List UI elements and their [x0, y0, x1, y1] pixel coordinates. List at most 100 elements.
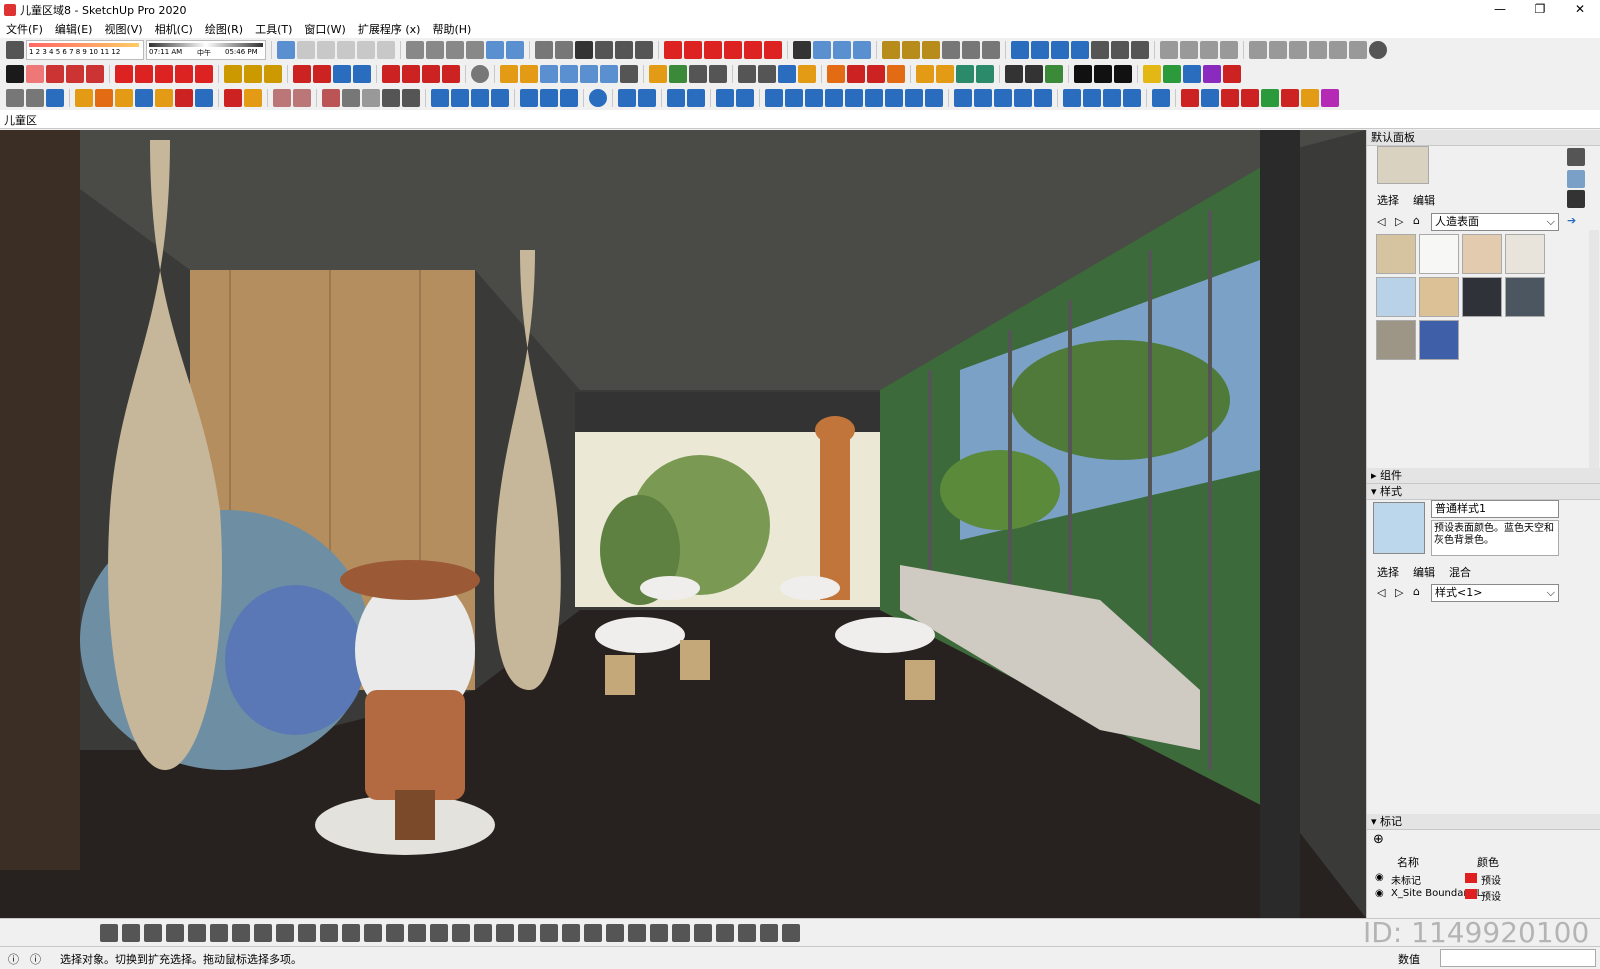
maximize-button[interactable]: ❐	[1520, 0, 1560, 20]
style-collection-dropdown[interactable]: 样式<1> ⌵	[1431, 584, 1559, 602]
model-viewport[interactable]	[0, 130, 1366, 918]
print-icon[interactable]	[1200, 41, 1218, 59]
curve-7-icon[interactable]	[560, 89, 578, 107]
forward-arrow-icon[interactable]: ▷	[1395, 215, 1403, 228]
fredo-6-icon[interactable]	[115, 89, 133, 107]
menu-view[interactable]: 视图(V)	[98, 21, 148, 37]
material-swatch[interactable]	[1505, 277, 1545, 317]
tool-d-icon[interactable]	[687, 89, 705, 107]
component-icon[interactable]	[264, 65, 282, 83]
scale-icon[interactable]	[175, 65, 193, 83]
materials-tab-select[interactable]: 选择	[1377, 192, 1399, 208]
section-plane-icon[interactable]	[813, 41, 831, 59]
ext-11-icon[interactable]	[867, 65, 885, 83]
warehouse-icon[interactable]	[595, 41, 613, 59]
sandbox-contours-icon[interactable]	[500, 65, 518, 83]
style-builder-icon[interactable]	[1180, 41, 1198, 59]
tool-k-icon[interactable]	[845, 89, 863, 107]
tool-x-icon[interactable]	[1123, 89, 1141, 107]
tag-color-swatch[interactable]	[1465, 873, 1477, 883]
ext-3-icon[interactable]	[689, 65, 707, 83]
zoom-window-icon[interactable]	[1031, 41, 1049, 59]
ext-14-icon[interactable]	[936, 65, 954, 83]
visibility-eye-icon[interactable]: ◉	[1375, 888, 1384, 899]
tool-n-icon[interactable]	[905, 89, 923, 107]
styles-tab-edit[interactable]: 编辑	[1413, 564, 1435, 580]
close-button[interactable]: ✕	[1560, 0, 1600, 20]
styles-section-header[interactable]: ▾ 样式	[1367, 484, 1600, 500]
export-icon[interactable]	[1249, 41, 1267, 59]
menu-help[interactable]: 帮助(H)	[426, 21, 477, 37]
tool-a-icon[interactable]	[618, 89, 636, 107]
help-icon[interactable]: ⓘ	[30, 951, 41, 967]
menu-draw[interactable]: 绘图(R)	[199, 21, 249, 37]
bottom-tool-11-icon[interactable]	[320, 924, 338, 942]
bottom-tool-30-icon[interactable]	[738, 924, 756, 942]
zoom-tool-icon[interactable]	[333, 65, 351, 83]
solid-tools-icon[interactable]	[382, 65, 400, 83]
menu-file[interactable]: 文件(F)	[0, 21, 49, 37]
fredo-16-icon[interactable]	[342, 89, 360, 107]
material-swatch[interactable]	[1376, 277, 1416, 317]
bottom-tool-17-icon[interactable]	[452, 924, 470, 942]
shaded-icon[interactable]	[486, 41, 504, 59]
ext-20-icon[interactable]	[1074, 65, 1092, 83]
intersect-icon[interactable]	[422, 65, 440, 83]
material-swatch[interactable]	[1419, 320, 1459, 360]
extension-warehouse-icon[interactable]	[635, 41, 653, 59]
bottom-tool-32-icon[interactable]	[782, 924, 800, 942]
curve-1-icon[interactable]	[431, 89, 449, 107]
bottom-tool-10-icon[interactable]	[298, 924, 316, 942]
xray-icon[interactable]	[406, 41, 424, 59]
section-fill-icon[interactable]	[853, 41, 871, 59]
ext-22-icon[interactable]	[1114, 65, 1132, 83]
rotate-tool-icon[interactable]	[704, 41, 722, 59]
fredo-8-icon[interactable]	[155, 89, 173, 107]
ext-8-icon[interactable]	[798, 65, 816, 83]
ext-5-icon[interactable]	[738, 65, 756, 83]
scenes-icon[interactable]	[1329, 41, 1347, 59]
shadow-toggle-icon[interactable]	[6, 41, 24, 59]
add-detail-icon[interactable]	[600, 65, 618, 83]
color-5-icon[interactable]	[1261, 89, 1279, 107]
create-material-icon[interactable]	[1567, 148, 1585, 166]
fredo-13-icon[interactable]	[273, 89, 291, 107]
tool-f-icon[interactable]	[736, 89, 754, 107]
outer-shell-icon[interactable]	[402, 65, 420, 83]
ext-6-icon[interactable]	[758, 65, 776, 83]
ext-18-icon[interactable]	[1025, 65, 1043, 83]
fredo-19-icon[interactable]	[402, 89, 420, 107]
drape-icon[interactable]	[580, 65, 598, 83]
tool-t-icon[interactable]	[1034, 89, 1052, 107]
color-4-icon[interactable]	[1241, 89, 1259, 107]
fredo-15-icon[interactable]	[322, 89, 340, 107]
bottom-tool-5-icon[interactable]	[188, 924, 206, 942]
materials-collection-dropdown[interactable]: 人造表面 ⌵	[1431, 213, 1559, 231]
color-3-icon[interactable]	[1221, 89, 1239, 107]
ext-19-icon[interactable]	[1045, 65, 1063, 83]
previous-view-icon[interactable]	[1071, 41, 1089, 59]
orbit-icon[interactable]	[1091, 41, 1109, 59]
fredo-17-icon[interactable]	[362, 89, 380, 107]
fredo-2-icon[interactable]	[26, 89, 44, 107]
ext-1-icon[interactable]	[649, 65, 667, 83]
zoom-extents-icon[interactable]	[1051, 41, 1069, 59]
material-swatch[interactable]	[1419, 277, 1459, 317]
bottom-tool-15-icon[interactable]	[408, 924, 426, 942]
fredo-12-icon[interactable]	[244, 89, 262, 107]
zoom-extents-tool-icon[interactable]	[353, 65, 371, 83]
view-top-icon[interactable]	[297, 41, 315, 59]
bottom-tool-29-icon[interactable]	[716, 924, 734, 942]
ext-9-icon[interactable]	[827, 65, 845, 83]
shaded-textures-icon[interactable]	[506, 41, 524, 59]
curve-3-icon[interactable]	[471, 89, 489, 107]
menu-edit[interactable]: 编辑(E)	[49, 21, 99, 37]
fredo-1-icon[interactable]	[6, 89, 24, 107]
pan-icon[interactable]	[1111, 41, 1129, 59]
default-material-icon[interactable]	[1567, 170, 1585, 188]
tool-m-icon[interactable]	[885, 89, 903, 107]
pushpull-icon[interactable]	[135, 65, 153, 83]
model-info-icon[interactable]	[1289, 41, 1307, 59]
curve-4-icon[interactable]	[491, 89, 509, 107]
bottom-tool-31-icon[interactable]	[760, 924, 778, 942]
